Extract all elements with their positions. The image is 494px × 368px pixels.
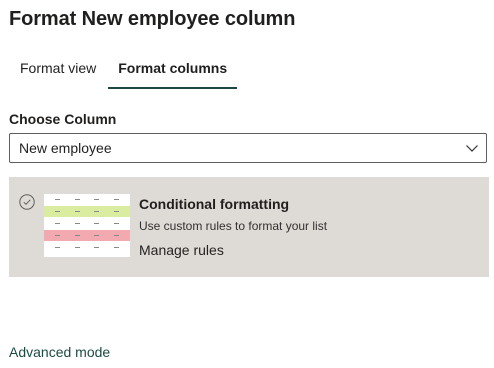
chevron-down-icon — [466, 145, 478, 152]
advanced-mode-link[interactable]: Advanced mode — [9, 344, 110, 360]
preview-row-red — [44, 230, 130, 241]
preview-row — [44, 194, 130, 205]
card-title: Conditional formatting — [139, 196, 290, 212]
manage-rules-link[interactable]: Manage rules — [139, 242, 224, 258]
tab-format-columns[interactable]: Format columns — [107, 56, 238, 90]
conditional-formatting-card[interactable]: Conditional formatting Use custom rules … — [9, 177, 489, 277]
tab-label: Format view — [20, 60, 97, 76]
preview-row — [44, 242, 130, 253]
conditional-formatting-preview — [44, 194, 130, 257]
tab-format-view[interactable]: Format view — [9, 56, 107, 90]
choose-column-label: Choose Column — [9, 111, 117, 127]
tab-list: Format view Format columns — [9, 56, 238, 90]
column-dropdown[interactable]: New employee — [9, 133, 487, 163]
tab-label: Format columns — [118, 60, 228, 76]
preview-row-green — [44, 206, 130, 217]
card-description: Use custom rules to format your list — [139, 219, 328, 233]
preview-row — [44, 218, 130, 229]
format-column-panel: Format New employee column Format view F… — [0, 0, 494, 368]
panel-title: Format New employee column — [9, 8, 296, 30]
column-dropdown-value: New employee — [19, 140, 112, 156]
check-circle-icon[interactable] — [19, 194, 35, 210]
